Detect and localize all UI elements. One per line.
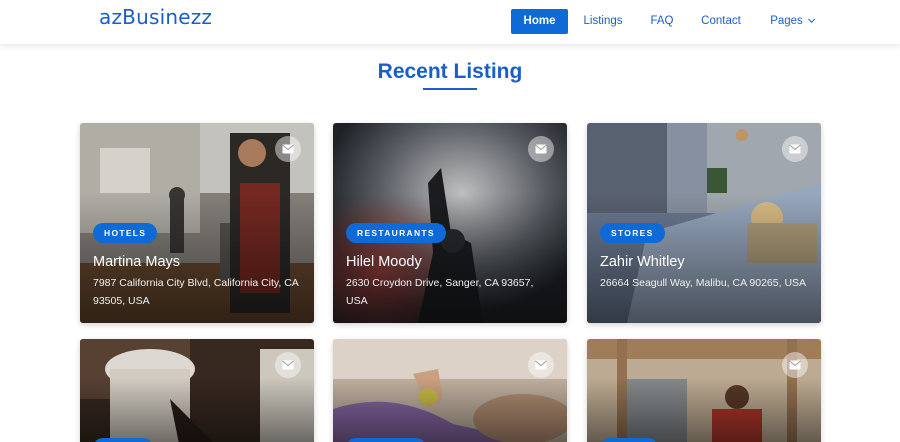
category-badge[interactable]: RESTAURANTS [346, 223, 446, 243]
listing-address: 26664 Seagull Way, Malibu, CA 90265, USA [600, 277, 807, 289]
mail-button[interactable] [528, 352, 554, 378]
mail-icon [789, 144, 801, 154]
mail-icon [789, 360, 801, 370]
chevron-down-icon [807, 15, 815, 23]
mail-button[interactable] [782, 352, 808, 378]
listing-card-spa[interactable] [333, 339, 567, 442]
listing-card-office[interactable] [587, 339, 821, 442]
nav-item-pages[interactable]: Pages [764, 9, 818, 34]
category-badge[interactable] [93, 438, 153, 442]
mail-icon [282, 144, 294, 154]
mail-icon [282, 360, 294, 370]
section-title: Recent Listing [377, 60, 523, 83]
nav-item-contact[interactable]: Contact [694, 9, 748, 34]
listing-address: 7987 California City Blvd, California Ci… [93, 277, 299, 307]
category-badge[interactable]: STORES [600, 223, 665, 243]
category-badge[interactable] [600, 438, 658, 442]
nav-item-listings[interactable]: Listings [578, 9, 628, 34]
nav-item-faq[interactable]: FAQ [643, 9, 681, 34]
mail-icon [535, 360, 547, 370]
mail-button[interactable] [275, 352, 301, 378]
listing-card-stores[interactable]: STORES Zahir Whitley 26664 Seagull Way, … [587, 123, 821, 323]
nav-item-pages-label: Pages [770, 15, 803, 27]
mail-icon [535, 144, 547, 154]
nav-item-home[interactable]: Home [511, 9, 568, 34]
listing-name[interactable]: Hilel Moody [346, 254, 422, 270]
listing-address: 2630 Croydon Drive, Sanger, CA 93657, US… [346, 277, 534, 307]
listing-name[interactable]: Martina Mays [93, 254, 180, 270]
listing-name[interactable]: Zahir Whitley [600, 254, 685, 270]
listing-card-restaurants[interactable]: RESTAURANTS Hilel Moody 2630 Croydon Dri… [333, 123, 567, 323]
listing-card-coffee[interactable] [80, 339, 314, 442]
mail-button[interactable] [782, 136, 808, 162]
category-badge[interactable]: HOTELS [93, 223, 158, 243]
brand-logo[interactable]: azBusinezz [99, 5, 212, 29]
navbar: azBusinezz Home Listings FAQ Contact Pag… [0, 0, 900, 44]
category-badge[interactable] [346, 438, 426, 442]
mail-button[interactable] [528, 136, 554, 162]
listing-card-hotels[interactable]: HOTELS Martina Mays 7987 California City… [80, 123, 314, 323]
title-underline [423, 88, 477, 90]
mail-button[interactable] [275, 136, 301, 162]
